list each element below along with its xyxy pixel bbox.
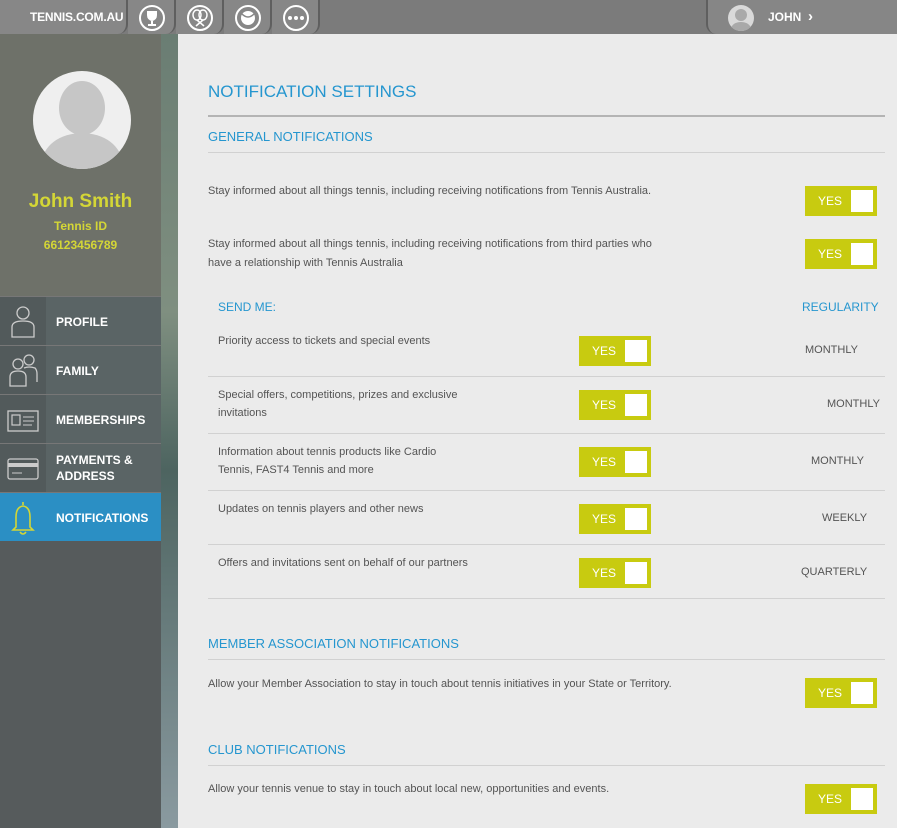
send-item-regularity: WEEKLY: [822, 512, 868, 524]
page-title: NOTIFICATION SETTINGS: [208, 82, 417, 101]
sidebar-item-notifications[interactable]: NOTIFICATIONS: [0, 492, 161, 541]
sidebar-item-label: PAYMENTS &: [56, 453, 133, 467]
profile-card: John Smith Tennis ID 66123456789: [0, 34, 161, 296]
profile-name: John Smith: [28, 191, 133, 212]
user-avatar: [728, 5, 754, 31]
trophy-icon: [139, 5, 165, 31]
sidebar-item-label-line2: ADDRESS: [56, 469, 115, 483]
top-bar: TENNIS.COM.AU JOHN ›: [0, 0, 897, 34]
general-row1-text: Stay informed about all things tennis, i…: [208, 185, 652, 197]
member-row-text: Allow your Member Association to stay in…: [208, 678, 672, 690]
general-heading: GENERAL NOTIFICATIONS: [208, 129, 373, 144]
member-heading: MEMBER ASSOCIATION NOTIFICATIONS: [208, 636, 459, 651]
regularity-label: REGULARITY: [802, 300, 879, 314]
brand-link[interactable]: TENNIS.COM.AU: [0, 0, 128, 34]
sidebar-item-label: NOTIFICATIONS: [56, 511, 149, 525]
rackets-icon: [187, 5, 213, 31]
profile-avatar: [33, 71, 131, 169]
id-card-icon: [0, 395, 46, 443]
send-item-text-line2: invitations: [218, 407, 267, 419]
family-icon: [0, 346, 46, 394]
divider: [208, 490, 885, 491]
divider: [208, 152, 885, 153]
general-row2-text: Stay informed about all things tennis, i…: [208, 238, 652, 250]
general-row1-toggle[interactable]: YES: [805, 186, 877, 216]
credit-card-icon: [0, 444, 46, 492]
member-toggle[interactable]: YES: [805, 678, 877, 708]
send-item-regularity: MONTHLY: [827, 398, 880, 410]
send-item-text-line2: Tennis, FAST4 Tennis and more: [218, 464, 374, 476]
send-item-regularity: QUARTERLY: [801, 566, 868, 578]
send-item-text: Offers and invitations sent on behalf of…: [218, 557, 468, 569]
ball-icon: [235, 5, 261, 31]
title-divider: [208, 115, 885, 117]
sidebar-item-family[interactable]: FAMILY: [0, 345, 161, 394]
send-item-text: Priority access to tickets and special e…: [218, 335, 431, 347]
tennis-id-label: Tennis ID: [53, 219, 108, 233]
divider: [208, 544, 885, 545]
tennis-id-value: 66123456789: [43, 238, 118, 252]
person-icon: [0, 297, 46, 345]
divider: [208, 659, 885, 660]
main-content: NOTIFICATION SETTINGS GENERAL NOTIFICATI…: [178, 34, 897, 828]
rackets-tab[interactable]: [176, 0, 224, 34]
divider: [208, 376, 885, 377]
general-row2-toggle[interactable]: YES: [805, 239, 877, 269]
club-toggle[interactable]: YES: [805, 784, 877, 814]
divider: [208, 433, 885, 434]
send-item-toggle[interactable]: YES: [579, 336, 651, 366]
send-item-text: Special offers, competitions, prizes and…: [218, 389, 458, 401]
chevron-right-icon: ›: [808, 8, 813, 25]
divider: [208, 598, 885, 599]
general-row2-text-line2: have a relationship with Tennis Australi…: [208, 257, 403, 269]
sidebar-item-label: MEMBERSHIPS: [56, 413, 146, 427]
more-icon: [283, 5, 309, 31]
send-item-text: Information about tennis products like C…: [218, 446, 437, 458]
sidebar-edge: [161, 34, 178, 828]
sidebar-item-label: PROFILE: [56, 315, 109, 329]
trophy-tab[interactable]: [128, 0, 176, 34]
send-item-toggle[interactable]: YES: [579, 447, 651, 477]
sidebar: John Smith Tennis ID 66123456789 PROFILE…: [0, 34, 161, 828]
send-me-label: SEND ME:: [218, 300, 277, 314]
send-item-toggle[interactable]: YES: [579, 390, 651, 420]
send-item-regularity: MONTHLY: [805, 344, 858, 356]
user-menu[interactable]: JOHN ›: [706, 0, 897, 34]
ball-tab[interactable]: [224, 0, 272, 34]
send-item-text: Updates on tennis players and other news: [218, 503, 424, 515]
club-row-text: Allow your tennis venue to stay in touch…: [208, 783, 610, 795]
send-item-toggle[interactable]: YES: [579, 504, 651, 534]
sidebar-item-label: FAMILY: [56, 364, 99, 378]
sidebar-item-payments[interactable]: PAYMENTS & ADDRESS: [0, 443, 161, 492]
divider: [208, 765, 885, 766]
sidebar-item-profile[interactable]: PROFILE: [0, 296, 161, 345]
bell-icon: [0, 493, 46, 541]
club-heading: CLUB NOTIFICATIONS: [208, 742, 346, 757]
more-tab[interactable]: [272, 0, 320, 34]
user-name: JOHN: [768, 10, 802, 24]
send-item-regularity: MONTHLY: [811, 455, 864, 467]
sidebar-item-memberships[interactable]: MEMBERSHIPS: [0, 394, 161, 443]
send-item-toggle[interactable]: YES: [579, 558, 651, 588]
